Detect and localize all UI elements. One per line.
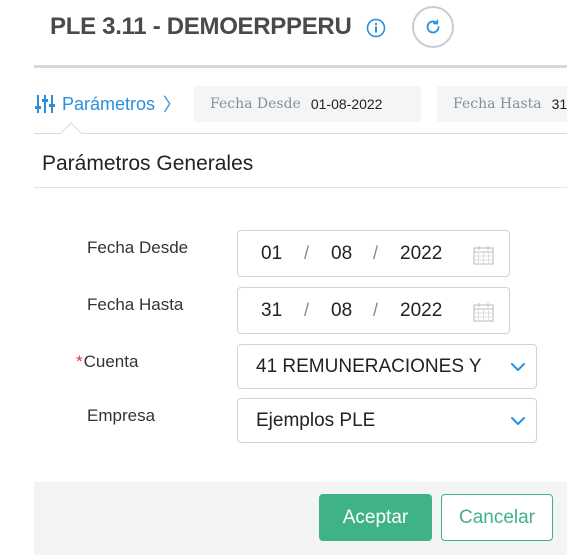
empresa-select-value: Ejemplos PLE (256, 410, 376, 431)
panel-caret (60, 122, 82, 134)
empresa-select[interactable]: Ejemplos PLE (237, 398, 537, 443)
date-separator: / (304, 243, 310, 263)
filter-chip-value: 01-08-2022 (310, 96, 383, 112)
fecha-hasta-date-input[interactable]: 31 / 08 / 2022 (237, 287, 510, 334)
cuenta-label: *Cuenta (76, 352, 138, 372)
fecha-hasta-label: Fecha Hasta (87, 295, 184, 314)
chevron-down-icon (511, 417, 525, 425)
cancel-button[interactable]: Cancelar (441, 494, 553, 541)
month-segment[interactable]: 08 (331, 243, 352, 265)
required-asterisk: * (76, 352, 83, 371)
year-segment[interactable]: 2022 (400, 243, 442, 265)
date-separator: / (373, 300, 379, 320)
year-segment[interactable]: 2022 (400, 300, 442, 322)
accept-button[interactable]: Aceptar (319, 494, 432, 541)
month-segment[interactable]: 08 (331, 300, 352, 322)
filter-chip-fecha-hasta[interactable]: Fecha Hasta 31-08-2022 (437, 86, 567, 122)
panel-title: Parámetros Generales (42, 152, 254, 175)
cuenta-label-text: Cuenta (83, 352, 139, 371)
filter-chip-label: Fecha Hasta (453, 96, 542, 112)
panel-title-divider (34, 187, 567, 188)
parameters-toggle[interactable]: Parámetros 〉 (34, 90, 181, 118)
calendar-icon[interactable] (473, 245, 494, 265)
date-separator: / (304, 300, 310, 320)
cuenta-select-value: 41 REMUNERACIONES Y (256, 356, 482, 377)
panel-top-border (34, 133, 567, 134)
refresh-button[interactable] (412, 6, 454, 48)
day-segment[interactable]: 31 (261, 300, 282, 322)
app-title: PLE 3.11 - DEMOERPPERU (50, 13, 352, 40)
filter-chip-fecha-desde[interactable]: Fecha Desde 01-08-2022 (194, 86, 421, 122)
fecha-desde-label: Fecha Desde (87, 238, 189, 257)
header-divider (34, 65, 567, 68)
filter-chip-value: 31-08-2022 (551, 96, 567, 112)
chevron-right-icon: 〉 (163, 95, 182, 115)
cuenta-select[interactable]: 41 REMUNERACIONES Y (237, 344, 537, 389)
parameters-bar: Parámetros 〉 Fecha Desde 01-08-2022 Fech… (34, 86, 567, 122)
fecha-desde-date-input[interactable]: 01 / 08 / 2022 (237, 230, 510, 277)
empresa-label: Empresa (87, 406, 156, 425)
sliders-icon (35, 95, 55, 113)
calendar-icon[interactable] (473, 302, 494, 322)
date-separator: / (373, 243, 379, 263)
info-circle-icon[interactable] (366, 18, 386, 38)
day-segment[interactable]: 01 (261, 243, 282, 265)
chevron-down-icon (511, 363, 525, 371)
refresh-icon (426, 19, 440, 34)
filter-chip-label: Fecha Desde (210, 96, 301, 112)
parameters-toggle-label: Parámetros (62, 93, 156, 114)
